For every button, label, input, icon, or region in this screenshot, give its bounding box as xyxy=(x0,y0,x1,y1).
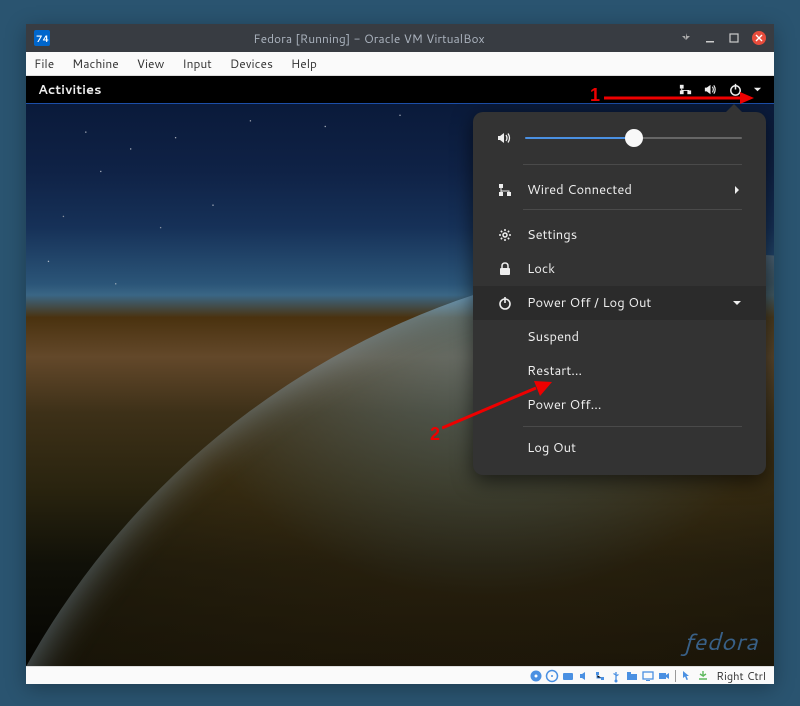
status-drive-icon[interactable] xyxy=(561,669,575,683)
menu-item-wired[interactable]: Wired Connected xyxy=(473,173,766,207)
network-wired-icon xyxy=(497,182,513,198)
chevron-right-icon xyxy=(732,185,742,195)
status-audio-icon[interactable] xyxy=(577,669,591,683)
menu-label: Wired Connected xyxy=(527,181,718,199)
status-recording-icon[interactable] xyxy=(657,669,671,683)
menu-help[interactable]: Help xyxy=(289,55,319,72)
vbox-status-bar: Right Ctrl xyxy=(26,666,774,684)
vbox-menu-bar: File Machine View Input Devices Help xyxy=(26,52,774,76)
menu-label: Lock xyxy=(527,260,742,278)
lock-icon xyxy=(497,261,513,277)
activities-button[interactable]: Activities xyxy=(38,81,102,99)
status-network-icon[interactable] xyxy=(593,669,607,683)
menu-item-lock[interactable]: Lock xyxy=(473,252,766,286)
menu-label: Settings xyxy=(527,226,742,244)
gear-icon xyxy=(497,227,513,243)
power-off-icon xyxy=(497,295,513,311)
vbox-titlebar: Fedora [Running] - Oracle VM VirtualBox xyxy=(26,24,774,52)
menu-devices[interactable]: Devices xyxy=(228,55,275,72)
chevron-down-icon xyxy=(753,85,762,94)
speaker-icon xyxy=(497,130,513,146)
submenu-suspend[interactable]: Suspend xyxy=(473,320,766,354)
submenu-logout[interactable]: Log Out xyxy=(473,431,766,465)
virtualbox-window: Fedora [Running] - Oracle VM VirtualBox … xyxy=(26,24,774,684)
vbox-app-icon xyxy=(34,30,50,46)
chevron-down-icon xyxy=(732,298,742,308)
menu-machine[interactable]: Machine xyxy=(70,55,121,72)
host-key-indicator[interactable]: Right Ctrl xyxy=(716,668,766,684)
fedora-brand: fedora xyxy=(683,624,758,658)
menu-view[interactable]: View xyxy=(135,55,167,72)
vbox-window-title: Fedora [Running] - Oracle VM VirtualBox xyxy=(58,30,680,47)
volume-slider-row[interactable] xyxy=(473,126,766,162)
guest-display: Activities fedora Wired C xyxy=(26,76,774,666)
volume-slider[interactable] xyxy=(525,137,742,139)
volume-thumb[interactable] xyxy=(625,129,643,147)
status-shared-folder-icon[interactable] xyxy=(625,669,639,683)
status-mouse-icon[interactable] xyxy=(680,669,694,683)
status-keyboard-icon[interactable] xyxy=(696,669,710,683)
close-icon[interactable] xyxy=(752,31,766,45)
minimize-icon[interactable] xyxy=(704,32,716,44)
menu-label: Power Off / Log Out xyxy=(527,294,718,312)
menu-item-power[interactable]: Power Off / Log Out xyxy=(473,286,766,320)
status-optical-icon[interactable] xyxy=(545,669,559,683)
menu-item-settings[interactable]: Settings xyxy=(473,218,766,252)
status-display-icon[interactable] xyxy=(641,669,655,683)
status-usb-icon[interactable] xyxy=(609,669,623,683)
menu-file[interactable]: File xyxy=(32,55,56,72)
menu-input[interactable]: Input xyxy=(180,55,214,72)
maximize-icon[interactable] xyxy=(728,32,740,44)
pin-icon[interactable] xyxy=(680,32,692,44)
status-disk-icon[interactable] xyxy=(529,669,543,683)
